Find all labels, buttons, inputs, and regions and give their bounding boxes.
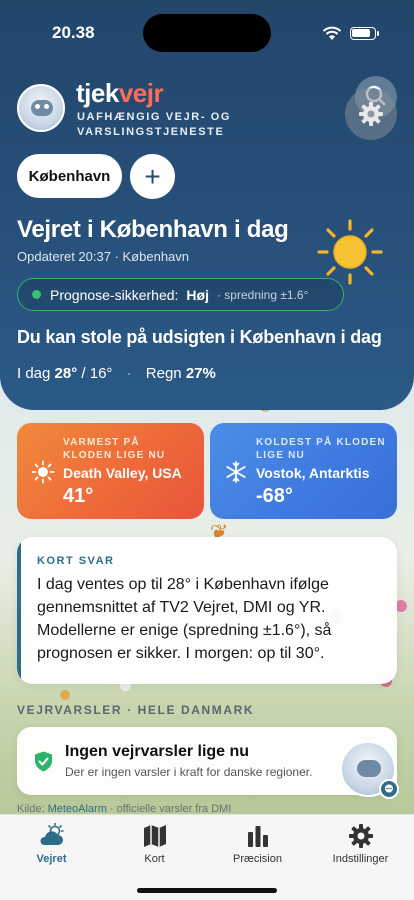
battery-tip	[377, 31, 379, 36]
confidence-label: Prognose-sikkerhed:	[50, 286, 179, 303]
chat-bubble-icon	[385, 784, 393, 793]
today-high: 28°	[54, 365, 78, 382]
hottest-place: Death Valley, USA	[63, 465, 182, 481]
confidence-spread: · spredning ±1.6°	[216, 287, 309, 302]
status-bar: 20.38	[0, 0, 414, 56]
snowflake-icon	[226, 461, 246, 483]
weather-headline: Vejret i København i dag	[17, 216, 289, 243]
weather-icon	[39, 823, 64, 845]
tagline-line2: VARSLINGSTJENESTE	[77, 126, 225, 138]
short-answer-title: KORT SVAR	[37, 555, 115, 567]
coldest-temp: -68°	[256, 485, 293, 507]
tab-kort[interactable]: Kort	[103, 823, 206, 875]
status-time: 20.38	[52, 23, 95, 42]
bar-chart-icon	[247, 826, 268, 847]
avatar[interactable]	[17, 84, 65, 132]
brand-part2: vejr	[118, 78, 164, 108]
updated-timestamp: Opdateret 20:37 · København	[17, 249, 190, 264]
confidence-status-dot	[32, 290, 41, 299]
wifi-icon	[322, 26, 342, 40]
brand-part1: tjek	[76, 78, 119, 108]
today-low: / 16°	[81, 365, 113, 382]
coldest-label: KOLDEST PÅ KLODEN LIGE NU	[256, 437, 386, 461]
settings-button[interactable]	[345, 88, 397, 140]
alerts-subtitle: Der er ingen varsler i kraft for danske …	[65, 765, 313, 779]
short-answer-card: KORT SVAR I dag ventes op til 28° i Købe…	[17, 537, 397, 684]
map-icon	[143, 825, 166, 847]
sun-icon	[317, 219, 383, 285]
tab-indstillinger[interactable]: Indstillinger	[309, 823, 412, 875]
battery-icon	[350, 27, 376, 40]
shield-check-icon	[35, 751, 52, 772]
tagline: UAFHÆNGIG VEJR- OG VARSLINGSTJENESTE	[77, 110, 231, 140]
home-indicator[interactable]	[137, 888, 277, 893]
tab-vejret[interactable]: Vejret	[0, 823, 103, 875]
gear-icon	[359, 102, 383, 126]
rain-value: 27%	[185, 365, 216, 382]
confidence-value: Høj	[186, 286, 209, 303]
tab-label: Præcision	[233, 853, 282, 865]
coldest-place: Vostok, Antarktis	[256, 465, 370, 481]
chat-icon[interactable]	[379, 779, 399, 799]
trust-statement: Du kan stole på udsigten i København i d…	[17, 327, 382, 347]
tab-label: Vejret	[36, 853, 67, 865]
avatar-eye	[35, 104, 40, 109]
coldest-place-card[interactable]: KOLDEST PÅ KLODEN LIGE NU Vostok, Antark…	[210, 423, 397, 519]
hottest-place-card[interactable]: VARMEST PÅ KLODEN LIGE NU Death Valley, …	[17, 423, 204, 519]
forecast-confidence-badge: Prognose-sikkerhed: Høj · spredning ±1.6…	[17, 278, 344, 311]
today-label: I dag	[17, 365, 51, 382]
mascot-face	[357, 760, 381, 777]
brand-logo: tjekvejr	[76, 78, 164, 109]
tagline-line1: UAFHÆNGIG VEJR- OG	[77, 111, 232, 123]
flower-decoration	[60, 690, 70, 700]
hero-panel: 20.38 tjekvejr UAFHÆNGIG VEJR- OG VARSLI…	[0, 0, 414, 410]
gear-icon	[348, 824, 373, 848]
avatar-face	[31, 100, 53, 116]
dynamic-island	[143, 14, 271, 52]
alerts-section-title: VEJRVARSLER · HELE DANMARK	[17, 703, 255, 717]
city-chip-kobenhavn[interactable]: København	[17, 154, 122, 198]
today-separator: ·	[126, 365, 132, 382]
avatar-eye	[44, 104, 49, 109]
tab-label: Kort	[144, 853, 165, 865]
alerts-title: Ingen vejrvarsler lige nu	[65, 743, 250, 760]
rain-label: Regn	[145, 365, 182, 382]
hottest-label: VARMEST PÅ KLODEN LIGE NU	[63, 437, 166, 461]
tab-label: Indstillinger	[332, 853, 389, 865]
sun-icon	[31, 460, 55, 484]
short-answer-accent-bar	[17, 537, 21, 684]
short-answer-text: I dag ventes op til 28° i København iføl…	[37, 576, 332, 662]
tab-praecision[interactable]: Præcision	[206, 823, 309, 875]
today-summary: I dag 28° / 16° · Regn 27%	[17, 365, 216, 382]
hottest-temp: 41°	[63, 485, 94, 507]
add-city-button[interactable]: +	[130, 154, 175, 199]
